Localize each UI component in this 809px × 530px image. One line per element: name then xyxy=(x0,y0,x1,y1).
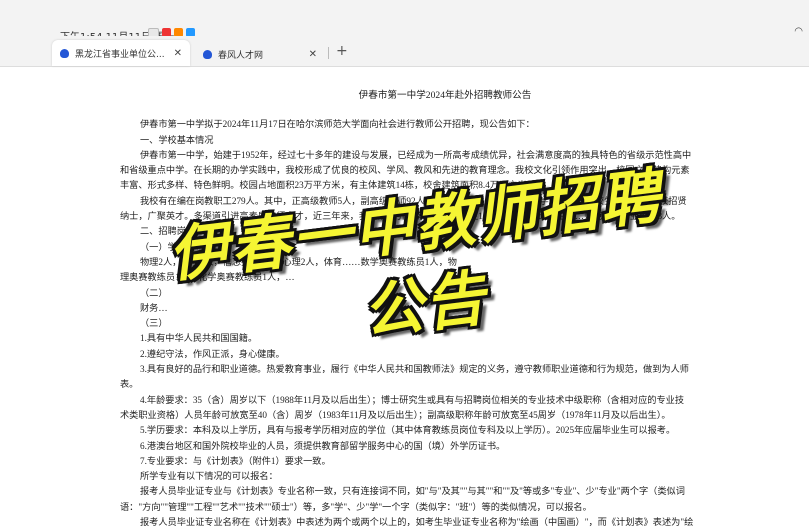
new-tab-button[interactable]: + xyxy=(336,43,348,59)
doc-line: 1.具有中华人民共和国国籍。 xyxy=(140,333,258,344)
doc-line: 一、学校基本情况 xyxy=(140,134,214,145)
doc-line: 伊春市第一中学拟于2024年11月17日在哈尔滨师范大学面向社会进行教师公开招聘… xyxy=(140,119,535,130)
doc-line: 6.港澳台地区和国外院校毕业的人员，须提供教育部留学服务中心的国（境）外学历证书… xyxy=(140,440,506,451)
doc-line: （三） xyxy=(140,318,168,329)
doc-line: 丰富、形式多样、特色鲜明。校园占地面积23万平方米，有主体建筑14栋，校舍建筑面… xyxy=(120,180,536,191)
doc-line: 伊春市第一中学，始建于1952年，经过七十多年的建设与发展，已经成为一所高考成绩… xyxy=(140,149,692,160)
doc-line: 表。 xyxy=(120,379,139,390)
doc-line: 我校有在编在岗教职工279人。其中，正高级教师5人，副高级教师92人，博士1人，… xyxy=(140,195,687,206)
doc-line: 所学专业有以下情况的可以报名： xyxy=(140,471,278,482)
doc-line: 和省级重点中学。在长期的办学实践中，我校形成了优良的校风、学风、教风和先进的教育… xyxy=(120,165,690,176)
doc-line: 3.具有良好的品行和职业道德。热爱教育事业，履行《中华人民共和国教师法》规定的义… xyxy=(140,364,689,375)
close-icon[interactable]: ✕ xyxy=(309,49,317,60)
tab-inactive[interactable]: 春风人才网 ✕ xyxy=(195,44,325,64)
doc-line: 4.年龄要求：35（含）周岁以下（1988年11月及以后出生）；博士研究生或具有… xyxy=(140,394,685,405)
tab-divider xyxy=(328,47,329,59)
close-icon[interactable]: ✕ xyxy=(174,48,182,59)
doc-line: （一）学科岗位 xyxy=(140,241,205,252)
doc-line: 5.学历要求：本科及以上学历，具有与报考学历相对应的学位（其中体育教练员岗位专科… xyxy=(140,425,676,436)
site-favicon-icon xyxy=(203,49,212,59)
doc-line: 物理2人，化学3人，信息技术2人，心理2人，体育……数学奥赛教练员1人，物 xyxy=(140,256,457,267)
doc-line: 纳士，广聚英才。多渠道引进高素质教师人才，近三年来，我校成功引进南京大学博士生1… xyxy=(120,211,681,222)
site-favicon-icon xyxy=(60,48,69,58)
document-body: 伊春市第一中学2024年赴外招聘教师公告 伊春市第一中学拟于2024年11月17… xyxy=(120,88,770,530)
doc-line: 7.专业要求：与《计划表》（附件1）要求一致。 xyxy=(140,455,331,466)
doc-line: 语："方向""管理""工程""艺术""技术""硕士"）等，多"学"、少"学"一个… xyxy=(120,501,592,512)
doc-line: 报考人员毕业证专业名称在《计划表》中表述为两个或两个以上的，如考生毕业证专业名称… xyxy=(140,517,694,528)
doc-line: 二、招聘岗位 xyxy=(140,226,196,237)
doc-line: 财务… xyxy=(140,302,168,313)
tab-active[interactable]: 黑龙江省事业单位公... ✕ xyxy=(52,40,190,66)
doc-line: 术类职业资格）人员年龄可放宽至40（含）周岁（1983年11月及以后出生）；副高… xyxy=(120,409,671,420)
status-bar: 下午1:54 11月11日 周一 ◠ xyxy=(0,0,809,43)
tab-label: 黑龙江省事业单位公... xyxy=(75,49,165,60)
doc-line: 理奥赛教练员1人，化学奥赛教练员1人，… xyxy=(120,272,295,283)
doc-line: （二） xyxy=(140,287,168,298)
doc-line: 报考人员毕业证专业与《计划表》专业名称一致，只有连接词不同，如"与"及其""与其… xyxy=(140,486,685,497)
document-title: 伊春市第一中学2024年赴外招聘教师公告 xyxy=(358,90,532,101)
doc-line: 2.遵纪守法，作风正派，身心健康。 xyxy=(140,348,285,359)
tab-label: 春风人才网 xyxy=(218,50,264,61)
